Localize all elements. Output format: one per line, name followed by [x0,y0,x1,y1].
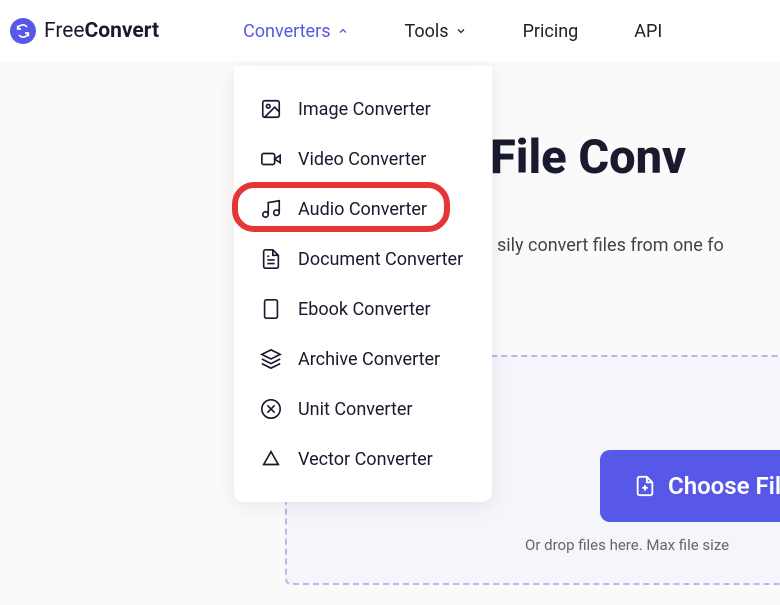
vector-icon [260,448,282,470]
audio-icon [260,198,282,220]
converters-dropdown: Image Converter Video Converter Audio Co… [234,66,492,502]
nav-api-label: API [634,21,662,42]
nav-pricing[interactable]: Pricing [523,21,579,42]
dropdown-vector-label: Vector Converter [298,449,433,470]
choose-files-button[interactable]: Choose File [600,450,780,522]
file-plus-icon [634,475,656,497]
dropdown-unit-label: Unit Converter [298,399,413,420]
nav: Converters Tools Pricing API [243,21,662,42]
chevron-up-icon [337,25,349,37]
choose-files-label: Choose File [668,472,780,500]
main-content: File Conv [490,130,686,185]
dropdown-audio-converter[interactable]: Audio Converter [234,184,492,234]
dropdown-audio-label: Audio Converter [298,199,427,220]
nav-tools-label: Tools [405,21,449,42]
logo-free: Free [44,19,85,43]
logo-icon [10,18,36,44]
nav-api[interactable]: API [634,21,662,42]
logo-convert: Convert [85,19,160,43]
archive-icon [260,348,282,370]
drop-hint-text: Or drop files here. Max file size [525,536,729,554]
page-title: File Conv [490,130,686,185]
dropdown-image-converter[interactable]: Image Converter [234,84,492,134]
logo-text: FreeConvert [44,19,159,43]
dropdown-archive-label: Archive Converter [298,349,440,370]
nav-converters[interactable]: Converters [243,21,348,42]
nav-pricing-label: Pricing [523,21,579,42]
dropdown-archive-converter[interactable]: Archive Converter [234,334,492,384]
logo[interactable]: FreeConvert [10,18,159,44]
video-icon [260,148,282,170]
dropdown-document-label: Document Converter [298,249,463,270]
dropdown-image-label: Image Converter [298,99,431,120]
dropdown-unit-converter[interactable]: Unit Converter [234,384,492,434]
dropdown-ebook-converter[interactable]: Ebook Converter [234,284,492,334]
page-subtitle: sily convert files from one fo [497,235,724,256]
chevron-down-icon [455,25,467,37]
unit-icon [260,398,282,420]
dropdown-video-label: Video Converter [298,149,426,170]
ebook-icon [260,298,282,320]
dropdown-video-converter[interactable]: Video Converter [234,134,492,184]
nav-converters-label: Converters [243,21,330,42]
header: FreeConvert Converters Tools Pricing API [0,0,780,62]
nav-tools[interactable]: Tools [405,21,467,42]
image-icon [260,98,282,120]
dropdown-ebook-label: Ebook Converter [298,299,431,320]
dropdown-document-converter[interactable]: Document Converter [234,234,492,284]
document-icon [260,248,282,270]
dropdown-vector-converter[interactable]: Vector Converter [234,434,492,484]
